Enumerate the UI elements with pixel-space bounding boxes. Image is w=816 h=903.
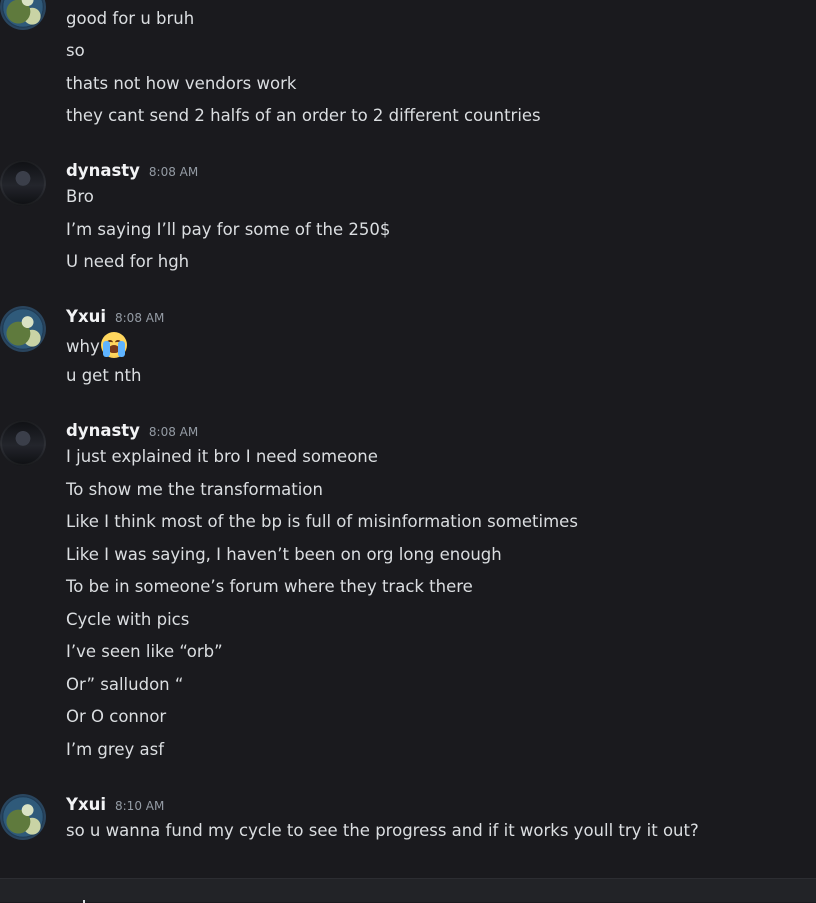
message-text: I just explained it bro I need someone <box>66 447 378 466</box>
timestamp[interactable]: 8:10 AM <box>115 799 164 813</box>
message-text: Cycle with pics <box>66 610 190 629</box>
message-text: Like I was saying, I haven’t been on org… <box>66 545 502 564</box>
username[interactable]: dynasty <box>66 161 140 180</box>
message-text: I’m saying I’ll pay for some of the 250$ <box>66 220 391 239</box>
message-composer[interactable] <box>0 878 816 903</box>
message-text: U need for hgh <box>66 252 190 271</box>
timestamp[interactable]: 8:08 AM <box>149 165 198 179</box>
message-text: u get nth <box>66 366 142 385</box>
message-text: Or” salludon “ <box>66 675 184 694</box>
message-text: Like I think most of the bp is full of m… <box>66 512 578 531</box>
message-text: To be in someone’s forum where they trac… <box>66 577 473 596</box>
message-text: Or O connor <box>66 707 167 726</box>
message-text: I’m grey asf <box>66 740 165 759</box>
message-text: I’ve seen like “orb” <box>66 642 223 661</box>
username[interactable]: dynasty <box>66 421 140 440</box>
message-text: so u wanna fund my cycle to see the prog… <box>66 821 699 840</box>
message-text: why <box>66 331 128 359</box>
user-avatar-dynasty[interactable] <box>0 160 46 206</box>
message-list[interactable]: good for u bruh so thats not how vendors… <box>0 0 816 878</box>
message-text-content: why <box>66 337 100 356</box>
message-text: so <box>66 41 85 60</box>
user-avatar-dynasty[interactable] <box>0 420 46 466</box>
user-avatar-yxui[interactable] <box>0 0 46 30</box>
user-avatar-yxui[interactable] <box>0 306 46 352</box>
message-text: good for u bruh <box>66 9 195 28</box>
message-header: dynasty 8:08 AM <box>66 419 198 443</box>
username[interactable]: Yxui <box>66 307 106 326</box>
message-text: To show me the transformation <box>66 480 323 499</box>
username[interactable]: Yxui <box>66 795 106 814</box>
message-header: Yxui 8:10 AM <box>66 793 164 817</box>
message-text: Bro <box>66 187 94 206</box>
message-text: thats not how vendors work <box>66 74 297 93</box>
loudly-crying-face-icon[interactable] <box>100 331 128 359</box>
message-header: dynasty 8:08 AM <box>66 159 198 183</box>
message-header: Yxui 8:08 AM <box>66 305 164 329</box>
user-avatar-yxui[interactable] <box>0 794 46 840</box>
timestamp[interactable]: 8:08 AM <box>149 425 198 439</box>
timestamp[interactable]: 8:08 AM <box>115 311 164 325</box>
message-text: they cant send 2 halfs of an order to 2 … <box>66 106 541 125</box>
